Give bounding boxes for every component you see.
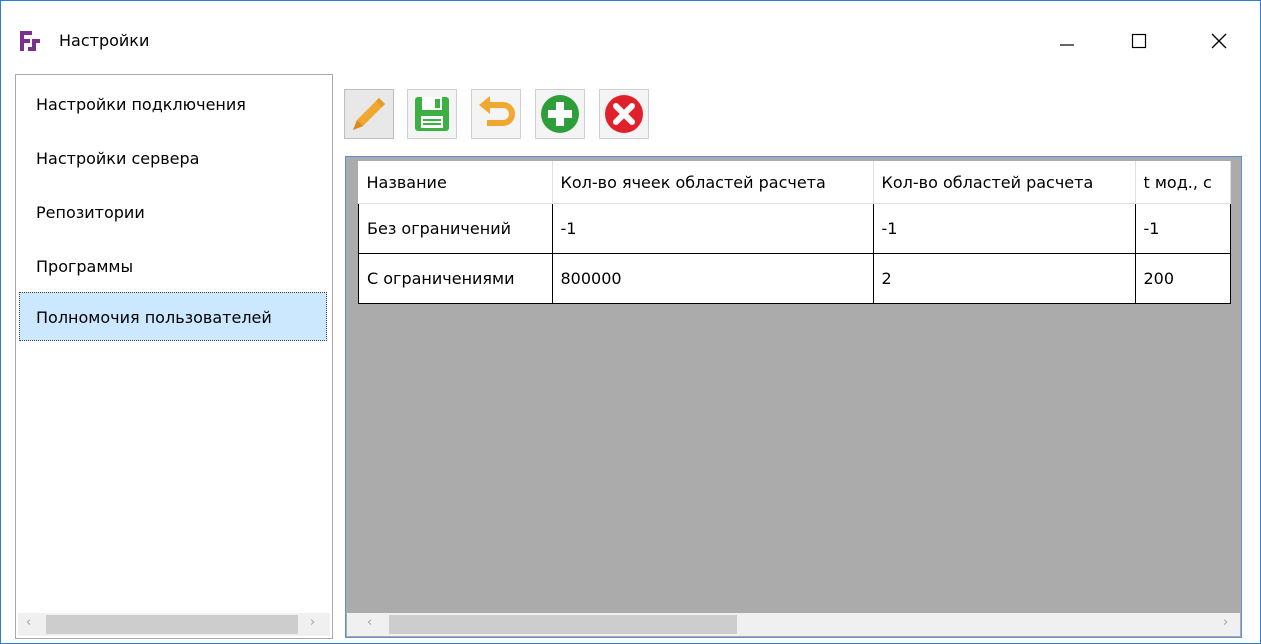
minimize-button[interactable] xyxy=(1047,23,1087,59)
column-header-area-count[interactable]: Кол-во областей расчета xyxy=(873,161,1136,204)
table-cell[interactable]: -1 xyxy=(872,203,1136,254)
nav-scroll-thumb[interactable] xyxy=(46,615,298,634)
maximize-icon xyxy=(1131,33,1147,49)
save-icon xyxy=(415,97,449,131)
edit-button[interactable] xyxy=(344,89,394,139)
table-cell[interactable]: 200 xyxy=(1134,253,1231,304)
close-icon xyxy=(1211,33,1227,49)
table-row[interactable]: С ограничениями 800000 2 200 xyxy=(358,253,1231,304)
save-button[interactable] xyxy=(407,89,457,139)
close-button[interactable] xyxy=(1199,23,1239,59)
column-header-name[interactable]: Название xyxy=(358,161,553,204)
minimize-icon xyxy=(1060,44,1074,46)
settings-window: Настройки Настройки подключения Настройк… xyxy=(0,0,1261,644)
table-cell[interactable]: -1 xyxy=(551,203,874,254)
add-button[interactable] xyxy=(535,89,585,139)
nav-horizontal-scrollbar[interactable]: ‹ › xyxy=(18,613,330,636)
delete-button[interactable] xyxy=(599,89,649,139)
table-row[interactable]: Без ограничений -1 -1 -1 xyxy=(358,203,1231,254)
grid-scroll-thumb[interactable] xyxy=(389,615,737,634)
grid-horizontal-scrollbar[interactable]: ‹ › xyxy=(347,613,1240,636)
grid-scroll-left-icon[interactable]: ‹ xyxy=(367,615,372,630)
nav-item-connection-settings[interactable]: Настройки подключения xyxy=(36,95,246,114)
scroll-right-icon[interactable]: › xyxy=(310,615,315,630)
table-cell[interactable]: 2 xyxy=(872,253,1136,304)
settings-nav-panel: Настройки подключения Настройки сервера … xyxy=(15,74,333,639)
maximize-button[interactable] xyxy=(1119,23,1159,59)
title-bar: Настройки xyxy=(1,1,1260,67)
undo-button[interactable] xyxy=(471,89,521,139)
table-cell[interactable]: С ограничениями xyxy=(358,253,553,304)
add-icon xyxy=(541,95,579,133)
column-header-t-mod[interactable]: t мод., с xyxy=(1135,161,1231,204)
pencil-icon xyxy=(353,98,385,130)
table-cell[interactable]: -1 xyxy=(1134,203,1231,254)
grid-scroll-right-icon[interactable]: › xyxy=(1223,615,1228,630)
nav-item-server-settings[interactable]: Настройки сервера xyxy=(36,149,199,168)
app-logo-icon xyxy=(19,30,41,52)
limits-data-grid[interactable]: Название Кол-во ячеек областей расчета К… xyxy=(345,156,1242,638)
nav-item-user-permissions[interactable]: Полномочия пользователей xyxy=(36,308,272,327)
table-header-row: Название Кол-во ячеек областей расчета К… xyxy=(358,161,1231,204)
column-header-cell-count[interactable]: Кол-во ячеек областей расчета xyxy=(552,161,874,204)
nav-item-programs[interactable]: Программы xyxy=(36,257,133,276)
nav-item-repositories[interactable]: Репозитории xyxy=(36,203,145,222)
scroll-left-icon[interactable]: ‹ xyxy=(26,615,31,630)
delete-icon xyxy=(605,95,643,133)
grid-background: Название Кол-во ячеек областей расчета К… xyxy=(346,157,1241,637)
limits-table: Название Кол-во ячеек областей расчета К… xyxy=(358,161,1231,304)
undo-icon xyxy=(479,96,515,126)
table-cell[interactable]: Без ограничений xyxy=(358,203,553,254)
window-title: Настройки xyxy=(59,31,150,50)
table-cell[interactable]: 800000 xyxy=(551,253,874,304)
